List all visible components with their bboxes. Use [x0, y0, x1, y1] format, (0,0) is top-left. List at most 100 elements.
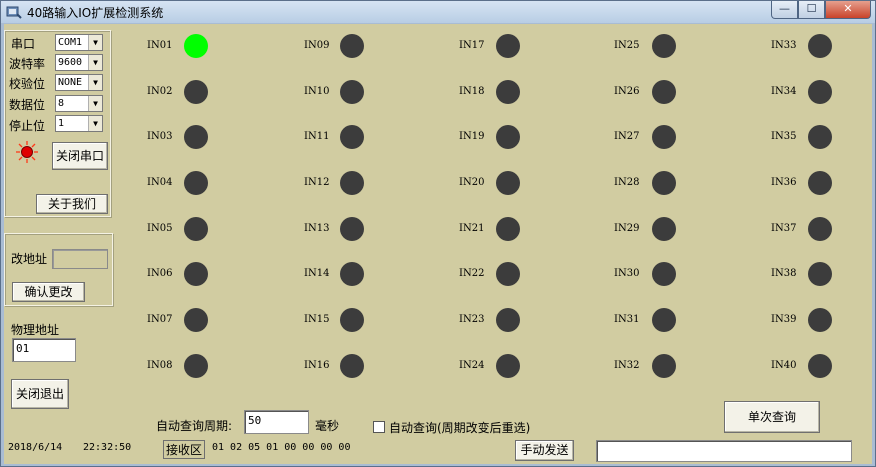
confirm-change-button[interactable]: 确认更改 [12, 282, 85, 302]
send-data-input[interactable] [596, 440, 852, 462]
period-input[interactable]: 50 [244, 410, 309, 434]
io-label: IN15 [304, 314, 330, 325]
change-address-input[interactable] [52, 249, 108, 269]
io-label: IN27 [614, 131, 640, 142]
io-status-led-icon [340, 354, 364, 378]
io-status-led-icon [496, 34, 520, 58]
databits-label: 数据位 [9, 98, 46, 112]
io-status-led-icon [340, 171, 364, 195]
io-status-led-icon [340, 308, 364, 332]
io-status-led-icon [652, 80, 676, 104]
chevron-down-icon[interactable]: ▼ [88, 75, 102, 90]
status-date: 2018/6/14 [8, 442, 63, 453]
client-area: 串口 COM1 ▼ 波特率 9600 ▼ 校验位 NONE ▼ 数据位 8 ▼ 停止位 … [4, 24, 872, 464]
io-status-led-icon [184, 217, 208, 241]
port-status-led-icon [16, 141, 38, 163]
io-status-led-icon [808, 262, 832, 286]
minimize-button[interactable]: — [771, 1, 798, 19]
title-bar: 40路输入IO扩展检测系统 — ☐ ✕ [1, 1, 875, 23]
databits-select[interactable]: 8 ▼ [55, 95, 103, 112]
io-status-led-icon [184, 262, 208, 286]
io-label: IN25 [614, 40, 640, 51]
io-label: IN34 [771, 86, 797, 97]
io-label: IN36 [771, 177, 797, 188]
chevron-down-icon[interactable]: ▼ [88, 55, 102, 70]
baud-label: 波特率 [9, 57, 46, 71]
io-label: IN22 [459, 268, 485, 279]
parity-select[interactable]: NONE ▼ [55, 74, 103, 91]
io-status-led-icon [808, 80, 832, 104]
chevron-down-icon[interactable]: ▼ [88, 116, 102, 131]
window-title: 40路输入IO扩展检测系统 [27, 6, 164, 20]
io-label: IN32 [614, 360, 640, 371]
app-window: 40路输入IO扩展检测系统 — ☐ ✕ 串口 COM1 ▼ 波特率 9600 ▼ 校… [0, 0, 876, 467]
io-status-led-icon [652, 171, 676, 195]
io-status-led-icon [496, 308, 520, 332]
io-status-led-icon [808, 171, 832, 195]
close-port-button[interactable]: 关闭串口 [52, 142, 108, 170]
physical-address-input[interactable]: 01 [12, 338, 76, 362]
io-label: IN11 [304, 131, 330, 142]
io-status-led-icon [340, 262, 364, 286]
io-status-led-icon [340, 125, 364, 149]
io-status-led-icon [184, 171, 208, 195]
stopbits-select[interactable]: 1 ▼ [55, 115, 103, 132]
io-label: IN16 [304, 360, 330, 371]
io-label: IN21 [459, 223, 485, 234]
about-button[interactable]: 关于我们 [36, 194, 108, 214]
io-label: IN39 [771, 314, 797, 325]
io-status-led-icon [184, 80, 208, 104]
physical-address-label: 物理地址 [11, 323, 60, 337]
auto-query-period-label: 自动查询周期: [156, 419, 233, 433]
receive-area-label: 接收区 [163, 440, 206, 459]
io-status-led-icon [496, 125, 520, 149]
io-label: IN38 [771, 268, 797, 279]
close-window-button[interactable]: ✕ [825, 1, 871, 19]
io-status-led-icon [496, 80, 520, 104]
app-icon [6, 6, 22, 19]
io-label: IN07 [147, 314, 173, 325]
io-label: IN06 [147, 268, 173, 279]
io-status-led-icon [652, 34, 676, 58]
io-status-led-icon [652, 308, 676, 332]
io-label: IN08 [147, 360, 173, 371]
chevron-down-icon[interactable]: ▼ [88, 35, 102, 50]
exit-button[interactable]: 关闭退出 [11, 379, 69, 409]
io-label: IN23 [459, 314, 485, 325]
io-label: IN35 [771, 131, 797, 142]
io-status-led-icon [808, 308, 832, 332]
io-label: IN14 [304, 268, 330, 279]
io-label: IN33 [771, 40, 797, 51]
io-label: IN26 [614, 86, 640, 97]
io-label: IN04 [147, 177, 173, 188]
io-label: IN09 [304, 40, 330, 51]
io-label: IN05 [147, 223, 173, 234]
io-label: IN24 [459, 360, 485, 371]
io-label: IN40 [771, 360, 797, 371]
io-status-led-icon [184, 34, 208, 58]
auto-query-checkbox[interactable] [373, 421, 385, 433]
baud-select[interactable]: 9600 ▼ [55, 54, 103, 71]
single-query-button[interactable]: 单次查询 [724, 401, 820, 433]
io-label: IN02 [147, 86, 173, 97]
io-label: IN17 [459, 40, 485, 51]
io-label: IN18 [459, 86, 485, 97]
chevron-down-icon[interactable]: ▼ [88, 96, 102, 111]
io-status-led-icon [184, 354, 208, 378]
io-label: IN03 [147, 131, 173, 142]
io-label: IN20 [459, 177, 485, 188]
io-status-led-icon [184, 308, 208, 332]
io-status-led-icon [652, 217, 676, 241]
auto-query-label: 自动查询(周期改变后重选) [389, 421, 531, 435]
io-status-led-icon [808, 354, 832, 378]
manual-send-button[interactable]: 手动发送 [515, 440, 574, 461]
io-status-led-icon [340, 80, 364, 104]
port-select[interactable]: COM1 ▼ [55, 34, 103, 51]
maximize-button[interactable]: ☐ [798, 1, 825, 19]
io-status-led-icon [496, 262, 520, 286]
io-status-led-icon [808, 34, 832, 58]
io-label: IN19 [459, 131, 485, 142]
io-label: IN28 [614, 177, 640, 188]
io-status-led-icon [496, 354, 520, 378]
io-label: IN29 [614, 223, 640, 234]
